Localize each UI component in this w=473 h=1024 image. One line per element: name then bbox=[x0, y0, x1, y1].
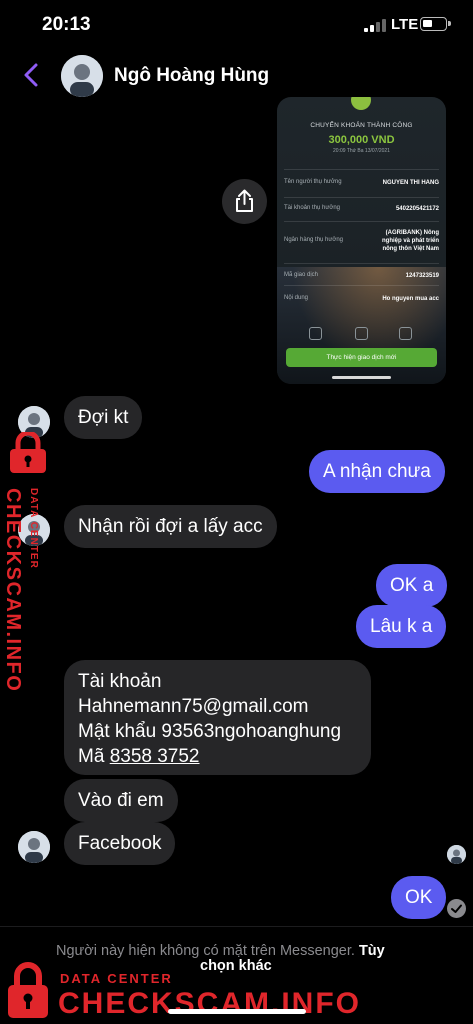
message-bubble-outgoing[interactable]: OK a bbox=[376, 564, 448, 607]
receipt-value-line: nghiệp và phát triển bbox=[381, 238, 439, 244]
status-time: 20:13 bbox=[42, 14, 91, 35]
watermark-big-text: CHECKSCAM.INFO bbox=[58, 987, 361, 1020]
receipt-row: Mã giao dịch 1247323519 bbox=[284, 263, 439, 285]
receipt-value: 5402205421172 bbox=[395, 206, 439, 212]
footer-divider bbox=[0, 926, 473, 927]
signal-icon bbox=[364, 18, 386, 32]
share-icon bbox=[236, 189, 253, 212]
receipt-row: Nội dung Ho nguyen mua acc bbox=[284, 285, 439, 311]
delivered-check-icon bbox=[447, 899, 466, 918]
code-prefix: Mã bbox=[78, 746, 110, 767]
watermark-small-text: DATA CENTER bbox=[28, 488, 39, 569]
message-bubble-credentials[interactable]: Tài khoản Hahnemann75@gmail.com Mật khẩu… bbox=[64, 660, 371, 775]
receipt-value-line: (AGRIBANK) Nông bbox=[385, 230, 439, 236]
offline-notice-text: Người này hiện không có mặt trên Messeng… bbox=[56, 943, 355, 959]
receipt-value: 1247323519 bbox=[405, 273, 439, 279]
receipt-amount: 300,000 VND bbox=[328, 134, 395, 146]
chat-header: Ngô Hoàng Hùng bbox=[0, 50, 473, 102]
share-icon[interactable] bbox=[309, 327, 322, 340]
receipt-label: Tài khoản thụ hưởng bbox=[284, 205, 340, 211]
watermark-small-text: DATA CENTER bbox=[60, 971, 173, 986]
new-transaction-button[interactable]: Thực hiện giao dịch mới bbox=[286, 348, 437, 367]
receipt-label: Nội dung bbox=[284, 295, 309, 301]
message-bubble-outgoing[interactable]: OK bbox=[391, 876, 447, 919]
side-watermark: DATA CENTER CHECKSCAM.INFO bbox=[0, 488, 39, 692]
receipt-row: Tài khoản thụ hưởng 5402205421172 bbox=[284, 197, 439, 221]
message-line: Mã 8358 3752 bbox=[78, 744, 357, 769]
back-button[interactable] bbox=[20, 62, 44, 88]
code-link[interactable]: 8358 3752 bbox=[110, 746, 200, 767]
message-bubble-outgoing[interactable]: A nhận chưa bbox=[309, 450, 445, 493]
receipt-value: NGUYEN THI HANG bbox=[382, 180, 439, 186]
lock-watermark-icon bbox=[8, 962, 48, 1018]
contact-avatar-small[interactable] bbox=[18, 831, 50, 863]
transfer-receipt-image[interactable]: CHUYỂN KHOẢN THÀNH CÔNG 300,000 VND 20:0… bbox=[277, 97, 446, 384]
receipt-value: Ho nguyen mua acc bbox=[382, 296, 439, 302]
battery-icon bbox=[420, 17, 451, 31]
message-line: Hahnemann75@gmail.com bbox=[78, 696, 309, 717]
message-bubble-incoming[interactable]: Đợi kt bbox=[64, 396, 143, 439]
seen-avatar-icon bbox=[447, 845, 466, 864]
receipt-actions bbox=[277, 327, 446, 343]
message-bubble-incoming[interactable]: Nhận rồi đợi a lấy acc bbox=[64, 505, 277, 548]
contact-icon[interactable] bbox=[399, 327, 412, 340]
receipt-row: Ngân hàng thụ hưởng (AGRIBANK) Nông nghi… bbox=[284, 221, 439, 263]
more-options-link-continued[interactable]: chọn khác bbox=[200, 958, 272, 974]
watermark-big-text: CHECKSCAM.INFO bbox=[2, 488, 24, 693]
message-line: Tài khoản bbox=[78, 671, 162, 692]
lock-watermark-icon bbox=[10, 432, 46, 473]
status-bar: 20:13 LTE bbox=[0, 0, 473, 50]
receipt-title: CHUYỂN KHOẢN THÀNH CÔNG bbox=[310, 122, 413, 129]
receipt-label: Ngân hàng thụ hưởng bbox=[284, 237, 343, 243]
receipt-label: Tên người thụ hưởng bbox=[284, 179, 342, 185]
more-options-link[interactable]: Tùy bbox=[359, 943, 385, 959]
share-button[interactable] bbox=[222, 179, 267, 224]
message-bubble-incoming[interactable]: Vào đi em bbox=[64, 779, 178, 822]
network-label: LTE bbox=[391, 16, 419, 33]
home-indicator bbox=[168, 1009, 306, 1014]
receipt-datetime: 20:09 Thứ Ba 13/07/2021 bbox=[333, 148, 390, 154]
contact-name[interactable]: Ngô Hoàng Hùng bbox=[114, 65, 269, 87]
receipt-value-line: nông thôn Việt Nam bbox=[382, 246, 439, 252]
message-line: Mật khẩu 93563ngohoanghung bbox=[78, 721, 342, 742]
receipt-row: Tên người thụ hưởng NGUYEN THI HANG bbox=[284, 169, 439, 197]
chevron-left-icon bbox=[24, 63, 38, 87]
message-bubble-outgoing[interactable]: Lâu k a bbox=[356, 605, 447, 648]
receipt-home-indicator bbox=[332, 376, 391, 379]
contact-avatar[interactable] bbox=[61, 55, 103, 97]
message-bubble-incoming[interactable]: Facebook bbox=[64, 822, 176, 865]
check-icon bbox=[351, 97, 371, 110]
receipt-value: (AGRIBANK) Nông nghiệp và phát triển nôn… bbox=[382, 229, 439, 253]
receipt-label: Mã giao dịch bbox=[284, 272, 319, 278]
camera-icon[interactable] bbox=[355, 327, 368, 340]
